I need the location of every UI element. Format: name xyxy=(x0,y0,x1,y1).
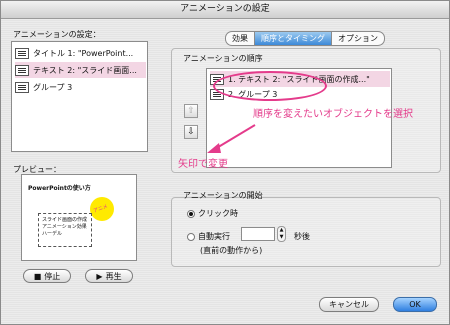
arrow-down-icon: ⇩ xyxy=(187,127,195,137)
auto-option[interactable]: 自動実行 xyxy=(187,231,230,242)
stepper-up-icon[interactable]: ▲ xyxy=(278,227,285,234)
auto-label: 自動実行 xyxy=(198,232,230,241)
preview-slide-title: PowerPointの使い方 xyxy=(28,185,91,192)
tab-order-timing[interactable]: 順序とタイミング xyxy=(255,32,332,45)
animation-settings-label: アニメーションの設定： xyxy=(13,30,101,39)
preview-bullets: スライド画面の作成 アニメーション効果 ハーデル xyxy=(42,217,87,238)
preview-bullet: スライド画面の作成 xyxy=(42,217,88,223)
start-label: アニメーションの開始 xyxy=(183,191,263,200)
stop-icon: ■ xyxy=(33,271,42,281)
list-item[interactable]: グループ 3 xyxy=(15,79,146,95)
animation-settings-window: アニメーションの設定 アニメーションの設定： タイトル 1: "PowerPoi… xyxy=(0,0,450,325)
move-up-button[interactable]: ⇧ xyxy=(184,104,198,118)
stop-button-label: 停止 xyxy=(44,271,61,281)
ok-button[interactable]: OK xyxy=(393,297,437,312)
radio-unselected-icon xyxy=(187,232,195,241)
preview-slide: PowerPointの使い方 アニメ スライド画面の作成 アニメーション効果 ハ… xyxy=(21,174,137,261)
stepper-down-icon[interactable]: ▼ xyxy=(278,234,285,241)
animation-object-list[interactable]: タイトル 1: "PowerPoint... テキスト 2: "スライド画面..… xyxy=(11,41,148,152)
cancel-button[interactable]: キャンセル xyxy=(319,297,379,312)
list-item[interactable]: タイトル 1: "PowerPoint... xyxy=(15,45,146,61)
tab-effects[interactable]: 効果 xyxy=(226,32,255,45)
arrow-up-icon: ⇧ xyxy=(187,106,195,116)
annotation-arrow-hint: 矢印で変更 xyxy=(178,159,228,170)
on-click-option[interactable]: クリック時 xyxy=(187,208,238,219)
seconds-suffix: 秒後 xyxy=(294,232,310,241)
window-title: アニメーションの設定 xyxy=(1,1,449,19)
seconds-input[interactable] xyxy=(241,227,275,241)
text-object-icon xyxy=(15,64,29,76)
list-item-label: テキスト 2: "スライド画面... xyxy=(33,65,137,75)
after-previous-note: (直前の動作から) xyxy=(200,246,263,255)
annotation-arrow-icon xyxy=(207,124,256,153)
on-click-label: クリック時 xyxy=(198,209,238,218)
annotation-select-hint: 順序を変えたいオブジェクトを選択 xyxy=(253,109,413,120)
play-button-label: 再生 xyxy=(105,271,122,281)
text-object-icon xyxy=(15,47,29,59)
play-icon: ▶ xyxy=(96,271,103,281)
group-object-icon xyxy=(15,81,29,93)
play-button[interactable]: ▶ 再生 xyxy=(85,269,133,283)
list-item[interactable]: テキスト 2: "スライド画面... xyxy=(15,62,146,78)
tab-bar: 効果 順序とタイミング オプション xyxy=(225,31,385,46)
tab-options[interactable]: オプション xyxy=(332,32,384,45)
seconds-stepper[interactable]: ▲ ▼ xyxy=(277,226,286,242)
move-down-button[interactable]: ⇩ xyxy=(184,125,198,139)
stop-button[interactable]: ■ 停止 xyxy=(23,269,71,283)
radio-selected-icon xyxy=(187,209,195,218)
annotation-ellipse xyxy=(213,71,327,101)
list-item-label: タイトル 1: "PowerPoint... xyxy=(33,48,134,58)
preview-bullet: アニメーション効果 xyxy=(42,224,87,230)
list-item-label: グループ 3 xyxy=(33,82,73,92)
preview-bullet: ハーデル xyxy=(42,231,63,237)
order-label: アニメーションの順序 xyxy=(183,54,263,63)
